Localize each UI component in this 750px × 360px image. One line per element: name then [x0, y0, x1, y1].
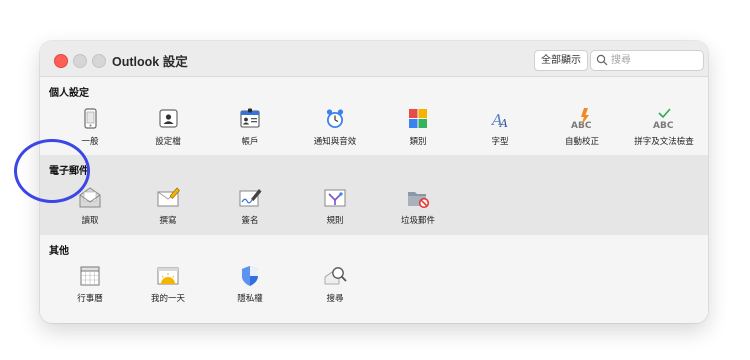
- calendar-icon: [80, 266, 100, 286]
- pref-item-notifications[interactable]: 通知與音效: [293, 107, 377, 147]
- pref-item-signatures[interactable]: 簽名: [208, 186, 292, 226]
- pref-item-label: 類別: [409, 137, 427, 147]
- close-window-button[interactable]: [54, 54, 68, 68]
- pref-item-compose[interactable]: 撰寫: [126, 186, 210, 226]
- pref-item-privacy[interactable]: 隱私權: [208, 264, 292, 304]
- compose-pencil-icon: [157, 187, 180, 207]
- pref-item-label: 帳戶: [241, 137, 259, 147]
- section-other: 其他 行事曆 我的一天 隱私權 搜尋: [40, 235, 708, 323]
- pref-item-label: 我的一天: [150, 294, 185, 304]
- pref-item-autocorrect[interactable]: ABC 自動校正: [540, 107, 624, 147]
- pref-item-fonts[interactable]: A A 字型: [458, 107, 542, 147]
- alarm-clock-icon: [326, 109, 344, 128]
- section-title-personal: 個人設定: [49, 88, 89, 99]
- pref-item-label: 讀取: [81, 216, 99, 226]
- pref-item-label: 自動校正: [564, 137, 599, 147]
- pref-item-categories[interactable]: 類別: [376, 107, 460, 147]
- pref-item-label: 隱私權: [237, 294, 263, 304]
- highlight-circle-annotation: [14, 139, 90, 203]
- my-day-icon: [157, 267, 179, 285]
- rules-icon: [324, 189, 346, 207]
- title-bar: Outlook 設定 全部顯示: [40, 41, 708, 77]
- section-email: 電子郵件 讀取 撰寫 簽名 規則 垃圾郵件: [40, 155, 708, 235]
- signature-icon: [239, 189, 262, 207]
- search-magnifier-icon: [324, 267, 347, 285]
- pref-item-label: 規則: [326, 216, 344, 226]
- autocorrect-icon: ABC: [571, 108, 592, 131]
- section-personal-settings: 個人設定 一般 設定檔 帳戶 通知與音效 類別 A A 字型 ABC 自動校正 …: [40, 77, 708, 155]
- outlook-preferences-window: Outlook 設定 全部顯示 個人設定 一般: [40, 41, 708, 323]
- search-input[interactable]: [611, 52, 699, 68]
- profile-card-icon: [159, 109, 178, 128]
- pref-item-junk-mail[interactable]: 垃圾郵件: [376, 186, 460, 226]
- search-icon: [596, 54, 608, 66]
- privacy-shield-icon: [242, 266, 258, 286]
- font-icon: A A: [490, 111, 508, 130]
- pref-item-label: 字型: [491, 137, 509, 147]
- show-all-button[interactable]: 全部顯示: [534, 50, 588, 71]
- color-categories-icon: [409, 109, 427, 128]
- junk-folder-icon: [408, 192, 430, 209]
- svg-text:ABC: ABC: [653, 121, 674, 131]
- pref-item-rules[interactable]: 規則: [293, 186, 377, 226]
- minimize-window-button[interactable]: [73, 54, 87, 68]
- phone-general-icon: [84, 108, 97, 129]
- search-field[interactable]: [590, 50, 704, 71]
- pref-item-label: 行事曆: [77, 294, 103, 304]
- pref-item-label: 設定檔: [155, 137, 181, 147]
- pref-item-spelling-grammar[interactable]: ABC 拼字及文法檢查: [622, 107, 706, 147]
- pref-item-search[interactable]: 搜尋: [293, 264, 377, 304]
- pref-item-label: 拼字及文法檢查: [634, 137, 694, 147]
- svg-text:ABC: ABC: [571, 121, 592, 131]
- section-title-other: 其他: [49, 246, 69, 257]
- pref-item-accounts[interactable]: 帳戶: [208, 107, 292, 147]
- pref-item-label: 簽名: [241, 216, 259, 226]
- pref-item-label: 垃圾郵件: [400, 216, 435, 226]
- svg-text:A: A: [499, 117, 508, 130]
- pref-item-label: 通知與音效: [313, 137, 357, 147]
- pref-item-calendar[interactable]: 行事曆: [48, 264, 132, 304]
- pref-item-profile[interactable]: 設定檔: [126, 107, 210, 147]
- window-title: Outlook 設定: [112, 55, 188, 69]
- pref-item-label: 撰寫: [159, 216, 177, 226]
- zoom-window-button[interactable]: [92, 54, 106, 68]
- spelling-grammar-icon: ABC: [653, 108, 674, 131]
- pref-item-my-day[interactable]: 我的一天: [126, 264, 210, 304]
- accounts-icon: [240, 108, 260, 128]
- pref-item-label: 搜尋: [326, 294, 344, 304]
